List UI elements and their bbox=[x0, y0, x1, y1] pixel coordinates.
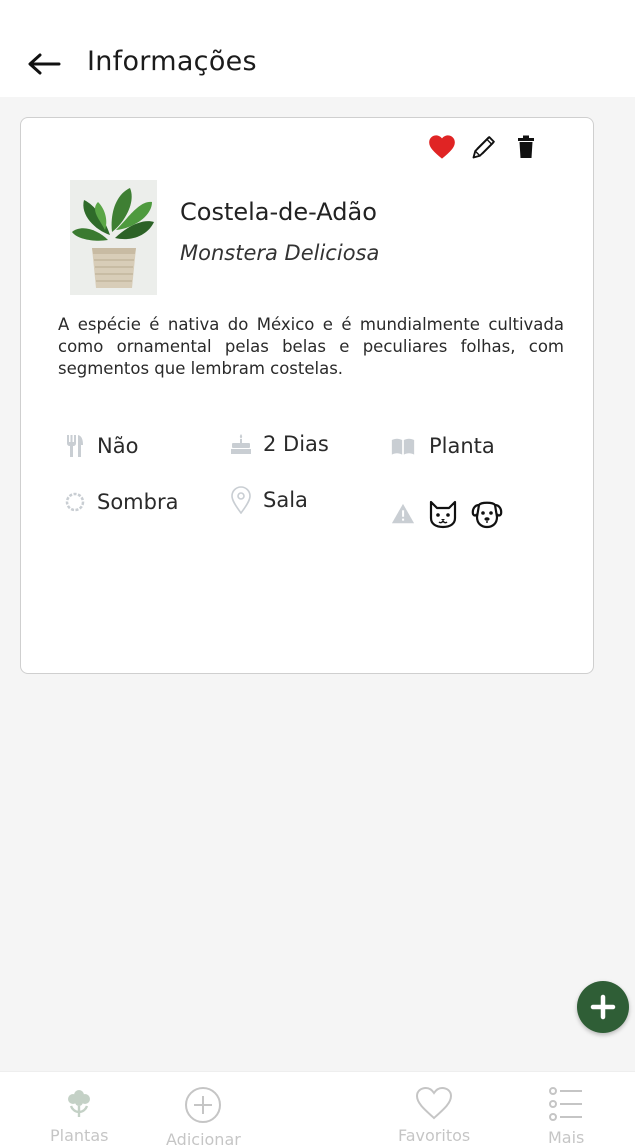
edit-button[interactable] bbox=[469, 132, 499, 162]
nav-add-label: Adicionar bbox=[166, 1130, 241, 1145]
attr-location: Sala bbox=[229, 486, 308, 514]
cake-icon bbox=[229, 432, 253, 456]
trash-icon bbox=[518, 135, 534, 158]
app-bar: Informações bbox=[0, 0, 635, 97]
attr-light-value: Sombra bbox=[97, 490, 179, 514]
attr-watering-value: 2 Dias bbox=[263, 432, 329, 456]
nav-favorites-label: Favoritos bbox=[398, 1126, 471, 1145]
favorite-button[interactable] bbox=[427, 132, 457, 162]
sun-icon bbox=[63, 490, 87, 514]
plant-scientific-name: Monstera Deliciosa bbox=[180, 241, 380, 265]
fork-knife-icon bbox=[63, 434, 87, 458]
flower-icon bbox=[68, 1090, 91, 1117]
book-icon bbox=[391, 434, 415, 458]
add-fab-button[interactable] bbox=[577, 981, 629, 1033]
dog-icon bbox=[471, 498, 503, 530]
attr-edible: Não bbox=[63, 434, 138, 458]
attr-light: Sombra bbox=[63, 490, 178, 514]
heart-outline-icon bbox=[416, 1086, 453, 1120]
nav-more-label: Mais bbox=[548, 1128, 585, 1145]
back-button[interactable] bbox=[22, 44, 66, 84]
plant-description: A espécie é nativa do México e é mundial… bbox=[58, 315, 564, 378]
plant-common-name: Costela-de-Adão bbox=[180, 198, 377, 226]
plant-photo bbox=[70, 180, 157, 295]
page-title: Informações bbox=[87, 46, 257, 77]
list-icon bbox=[549, 1087, 583, 1121]
nav-plants-label: Plantas bbox=[50, 1126, 109, 1145]
plus-circle-icon bbox=[185, 1087, 222, 1123]
bottom-navigation: Plantas Adicionar Favoritos Mais bbox=[0, 1071, 635, 1145]
attr-category-value: Planta bbox=[429, 434, 495, 458]
plus-icon bbox=[590, 994, 616, 1020]
cat-icon bbox=[427, 498, 459, 530]
attr-toxicity bbox=[391, 498, 503, 530]
nav-plants[interactable]: Plantas bbox=[50, 1086, 108, 1145]
attr-edible-value: Não bbox=[97, 434, 139, 458]
warning-icon bbox=[391, 502, 415, 526]
attr-location-value: Sala bbox=[263, 488, 308, 512]
heart-icon bbox=[429, 135, 455, 159]
nav-more[interactable]: Mais bbox=[548, 1086, 584, 1145]
plant-card: Costela-de-Adão Monstera Deliciosa A esp… bbox=[20, 117, 594, 674]
attr-category: Planta bbox=[391, 434, 495, 458]
attr-watering: 2 Dias bbox=[229, 432, 329, 456]
pencil-icon bbox=[472, 136, 495, 159]
card-actions bbox=[427, 132, 541, 162]
location-pin-icon bbox=[229, 486, 253, 514]
delete-button[interactable] bbox=[511, 132, 541, 162]
arrow-left-icon bbox=[28, 53, 61, 75]
nav-add[interactable]: Adicionar bbox=[166, 1086, 241, 1145]
nav-favorites[interactable]: Favoritos bbox=[398, 1086, 470, 1145]
